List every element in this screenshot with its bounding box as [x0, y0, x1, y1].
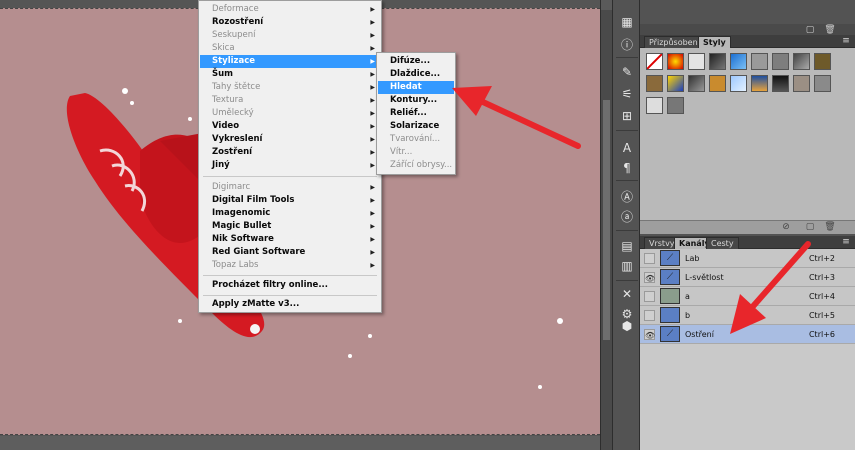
annotation-arrows	[452, 86, 811, 334]
arrow-to-find-edges	[452, 86, 581, 149]
arrow-to-sharpen-channel	[730, 241, 811, 334]
